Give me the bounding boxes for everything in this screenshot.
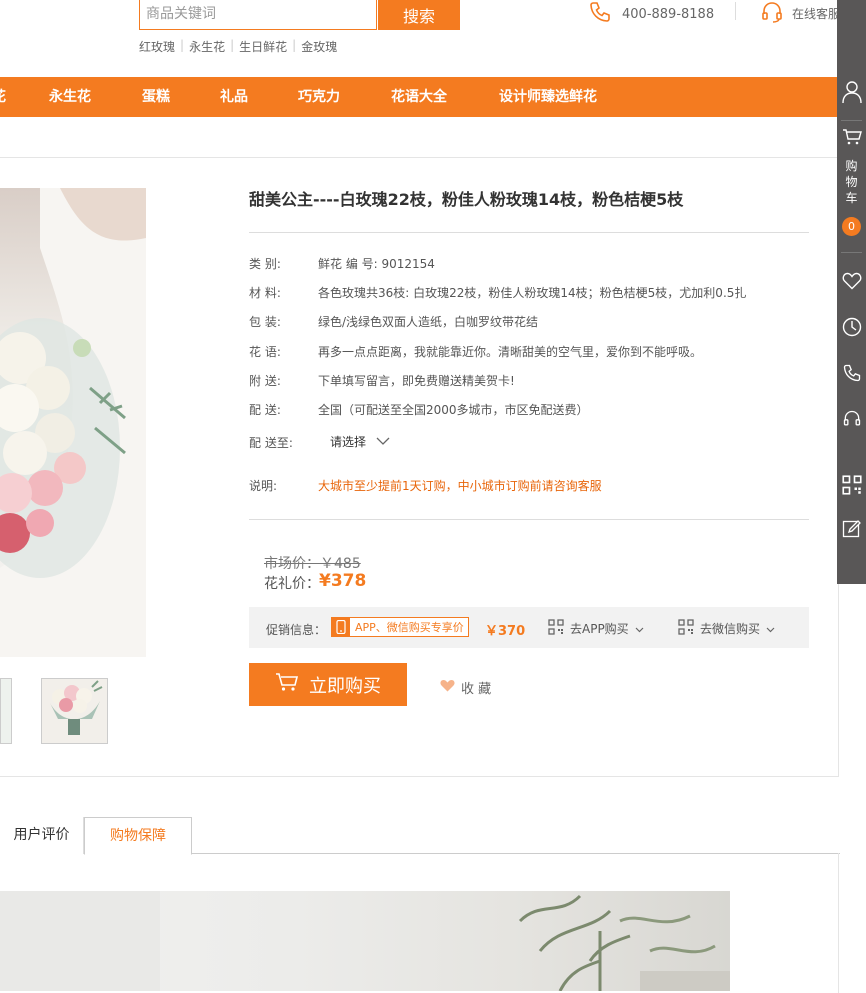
product-thumbnail[interactable] xyxy=(0,678,12,744)
buy-now-label: 立即购买 xyxy=(309,675,381,697)
edit-icon xyxy=(842,519,862,543)
service-button[interactable] xyxy=(837,408,866,434)
attr-value: 鲜花 编 号: 9012154 xyxy=(318,257,435,271)
mobile-icon xyxy=(332,618,350,636)
chevron-down-icon xyxy=(376,435,390,449)
qr-code-icon xyxy=(678,619,694,638)
qr-code-icon xyxy=(548,619,564,638)
attr-label: 花 语: xyxy=(249,345,281,359)
favorite-button[interactable]: 收 藏 xyxy=(440,678,491,697)
attr-value: 下单填写留言，即免费赠送精美贺卡! xyxy=(318,374,515,388)
product-thumbnail[interactable] xyxy=(41,678,108,744)
app-buy-label: 去APP购买 xyxy=(570,622,629,636)
cart-label-char: 物 xyxy=(845,175,858,189)
hot-word-link[interactable]: 红玫瑰 xyxy=(139,38,175,55)
tab-shopping-guarantee[interactable]: 购物保障 xyxy=(84,817,192,855)
attr-value: 绿色/浅绿色双面人造纸，白咖罗纹带花结 xyxy=(318,315,539,329)
divider xyxy=(735,2,736,20)
phone-button[interactable] xyxy=(837,363,866,387)
user-icon xyxy=(841,80,862,108)
hot-search-words: 红玫瑰 | 永生花 | 生日鲜花 | 金玫瑰 xyxy=(139,38,337,55)
price-label: 花礼价： xyxy=(264,576,320,592)
history-button[interactable] xyxy=(837,317,866,341)
search-input[interactable] xyxy=(140,0,382,28)
tab-reviews[interactable]: 用户评价 xyxy=(0,817,84,854)
buy-now-button[interactable]: 立即购买 xyxy=(249,663,407,706)
attr-label: 类 别: xyxy=(249,257,281,271)
region-select-value: 请选择 xyxy=(330,435,367,449)
nav-item-cut[interactable]: 花 xyxy=(0,77,6,117)
promo-label: 促销信息： xyxy=(266,623,327,637)
attr-label: 配 送: xyxy=(249,403,281,417)
detail-image xyxy=(0,891,730,991)
market-price: 市场价：￥485 xyxy=(264,556,361,572)
online-service-label: 在线客服 xyxy=(792,7,841,21)
feedback-button[interactable] xyxy=(837,519,866,543)
qr-code-button[interactable] xyxy=(837,475,866,499)
headset-icon xyxy=(760,0,784,27)
clock-icon xyxy=(842,317,862,341)
nav-item-chocolate[interactable]: 巧克力 xyxy=(298,77,340,117)
hotline-number: 400-889-8188 xyxy=(622,6,715,22)
divider xyxy=(841,252,862,253)
heart-icon xyxy=(440,679,455,696)
cart-label-char: 车 xyxy=(845,191,858,205)
region-select[interactable]: 请选择 xyxy=(330,433,390,450)
divider xyxy=(249,232,809,233)
cart-icon xyxy=(842,128,862,150)
cart-icon xyxy=(275,672,299,697)
divider xyxy=(249,519,809,520)
right-toolbar: 购 物 车 0 xyxy=(837,0,866,584)
divider xyxy=(841,120,862,121)
wechat-buy-link[interactable]: 去微信购买 xyxy=(678,619,775,638)
note-text: 大城市至少提前1天订购，中小城市订购前请咨询客服 xyxy=(318,479,602,493)
nav-item-preserved-flowers[interactable]: 永生花 xyxy=(49,77,91,117)
promo-tag-label: APP、微信购买专享价 xyxy=(355,621,464,634)
cart-label-char: 购 xyxy=(845,159,858,173)
attr-value: 全国（可配送至全国2000多城市，市区免配送费） xyxy=(318,403,589,417)
cart-count-badge: 0 xyxy=(842,217,861,236)
note-label: 说明: xyxy=(249,479,278,493)
nav-item-designer-flowers[interactable]: 设计师臻选鲜花 xyxy=(499,77,597,117)
hot-word-link[interactable]: 金玫瑰 xyxy=(301,38,337,55)
cart-label[interactable]: 购 物 车 xyxy=(837,158,866,206)
hot-word-link[interactable]: 永生花 xyxy=(189,38,225,55)
search-box xyxy=(139,0,382,30)
nav-item-flower-language[interactable]: 花语大全 xyxy=(391,77,447,117)
divider: | xyxy=(292,38,297,52)
delivery-to-label: 配 送至: xyxy=(249,436,293,450)
sale-price: ¥378 xyxy=(319,571,367,591)
favorite-label: 收 藏 xyxy=(461,682,492,697)
product-title: 甜美公主----白玫瑰22枝，粉佳人粉玫瑰14枝，粉色桔梗5枝 xyxy=(249,190,684,209)
main-nav: 花 永生花 蛋糕 礼品 巧克力 花语大全 设计师臻选鲜花 xyxy=(0,77,837,117)
divider: | xyxy=(180,38,185,52)
attr-label: 附 送: xyxy=(249,374,281,388)
nav-item-gifts[interactable]: 礼品 xyxy=(220,77,248,117)
hot-word-link[interactable]: 生日鲜花 xyxy=(239,38,287,55)
online-service-link[interactable]: 在线客服 xyxy=(760,0,840,27)
attr-label: 材 料: xyxy=(249,286,281,300)
favorites-button[interactable] xyxy=(837,272,866,294)
attr-label: 包 装: xyxy=(249,315,281,329)
chevron-down-icon xyxy=(635,622,644,636)
search-button[interactable]: 搜索 xyxy=(378,0,460,30)
qr-code-icon xyxy=(841,475,862,499)
app-buy-link[interactable]: 去APP购买 xyxy=(548,619,644,638)
product-main-image[interactable] xyxy=(0,188,146,657)
cart-button[interactable] xyxy=(837,128,866,150)
divider: | xyxy=(230,38,235,52)
chevron-down-icon xyxy=(766,622,775,636)
headset-icon xyxy=(842,408,862,434)
nav-item-cake[interactable]: 蛋糕 xyxy=(142,77,170,117)
phone-icon xyxy=(842,363,862,387)
promo-tag: APP、微信购买专享价 xyxy=(331,617,469,637)
phone-icon xyxy=(588,0,612,28)
attr-value: 再多一点点距离，我就能靠近你。清晰甜美的空气里，爱你到不能呼吸。 xyxy=(318,345,703,359)
heart-icon xyxy=(842,272,862,294)
attr-value: 各色玫瑰共36枝: 白玫瑰22枝，粉佳人粉玫瑰14枝；粉色桔梗5枝，尤加利0.5… xyxy=(318,286,747,300)
account-button[interactable] xyxy=(837,80,866,108)
wechat-buy-label: 去微信购买 xyxy=(700,622,761,636)
hotline: 400-889-8188 xyxy=(588,0,714,28)
promo-price: ￥370 xyxy=(485,624,526,639)
